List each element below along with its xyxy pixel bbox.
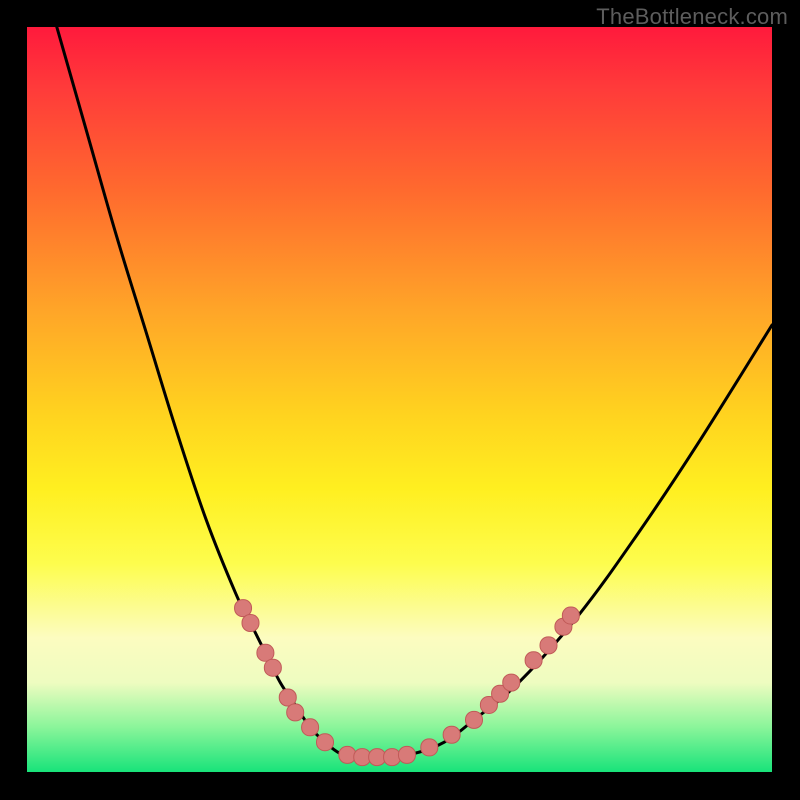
curve-marker	[242, 615, 259, 632]
plot-area	[27, 27, 772, 772]
curve-marker	[257, 644, 274, 661]
curve-marker	[540, 637, 557, 654]
curve-marker	[525, 652, 542, 669]
curve-marker	[235, 600, 252, 617]
watermark-text: TheBottleneck.com	[596, 4, 788, 30]
curve-marker	[287, 704, 304, 721]
curve-marker	[317, 734, 334, 751]
curve-marker	[562, 607, 579, 624]
curve-marker	[466, 711, 483, 728]
curve-marker	[503, 674, 520, 691]
curve-marker	[384, 749, 401, 766]
curve-marker	[398, 746, 415, 763]
curve-marker	[421, 739, 438, 756]
curve-marker	[279, 689, 296, 706]
bottleneck-curve	[57, 27, 772, 757]
curve-marker	[443, 726, 460, 743]
curve-marker	[264, 659, 281, 676]
plot-svg	[27, 27, 772, 772]
curve-marker	[339, 746, 356, 763]
curve-marker	[302, 719, 319, 736]
